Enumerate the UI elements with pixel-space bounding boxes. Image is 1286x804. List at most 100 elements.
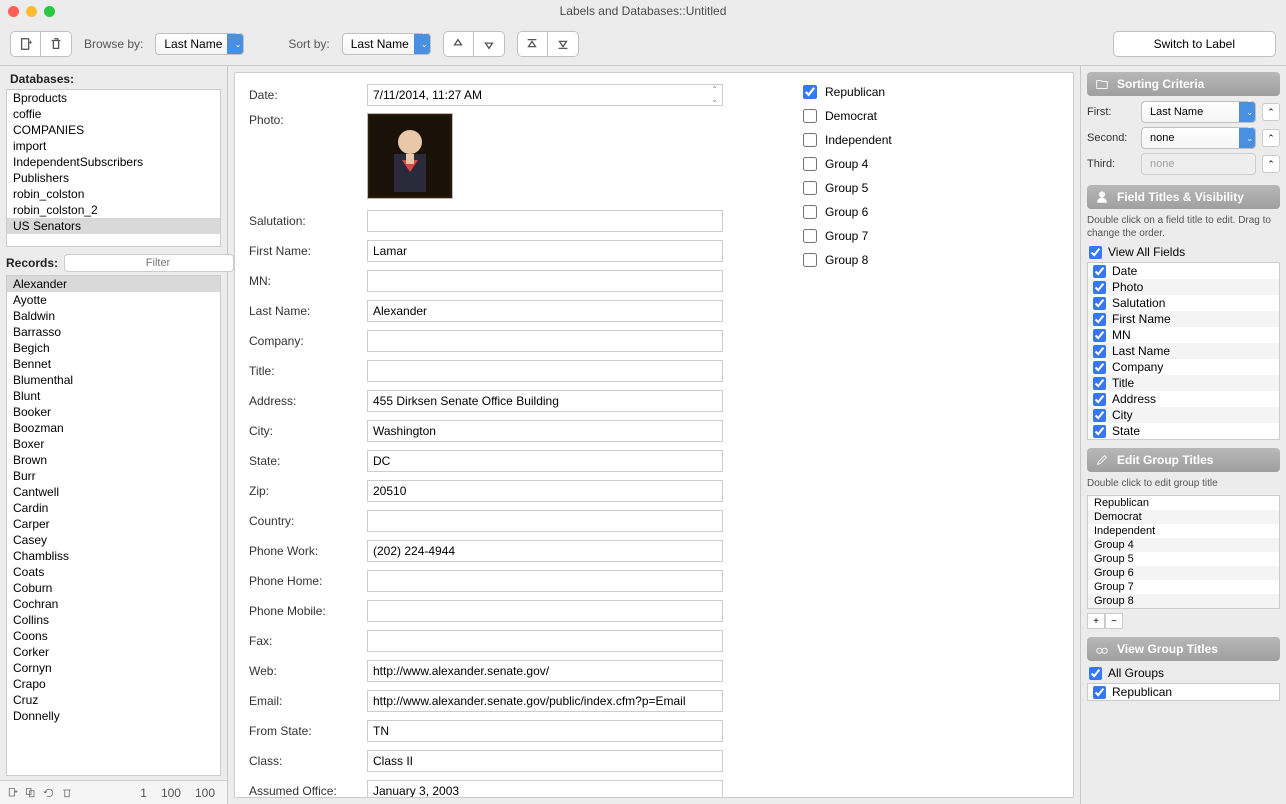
- group-checkbox[interactable]: [803, 181, 817, 195]
- sort-first-select[interactable]: Last Name: [1141, 101, 1256, 123]
- city-field[interactable]: [367, 420, 723, 442]
- record-item[interactable]: Coburn: [7, 580, 220, 596]
- company-field[interactable]: [367, 330, 723, 352]
- group-checkbox[interactable]: [803, 157, 817, 171]
- field-checkbox[interactable]: [1093, 313, 1106, 326]
- record-item[interactable]: Boozman: [7, 420, 220, 436]
- view-group-list[interactable]: Republican: [1087, 683, 1280, 701]
- records-filter-input[interactable]: [64, 254, 234, 272]
- database-item[interactable]: coffie: [7, 106, 220, 122]
- edit-group-item[interactable]: Group 4: [1088, 538, 1279, 552]
- edit-group-item[interactable]: Republican: [1088, 496, 1279, 510]
- duplicate-icon[interactable]: [22, 784, 40, 802]
- sort-second-select[interactable]: none: [1141, 127, 1256, 149]
- move-bottom-button[interactable]: [548, 32, 578, 56]
- salutation-field[interactable]: [367, 210, 723, 232]
- edit-group-item[interactable]: Group 7: [1088, 580, 1279, 594]
- record-item[interactable]: Boxer: [7, 436, 220, 452]
- view-all-fields-checkbox[interactable]: [1089, 246, 1102, 259]
- field-visibility-row[interactable]: Photo: [1088, 279, 1279, 295]
- country-field[interactable]: [367, 510, 723, 532]
- record-item[interactable]: Burr: [7, 468, 220, 484]
- address-field[interactable]: [367, 390, 723, 412]
- web-field[interactable]: [367, 660, 723, 682]
- database-item[interactable]: import: [7, 138, 220, 154]
- view-group-checkbox[interactable]: [1093, 686, 1106, 699]
- record-item[interactable]: Donnelly: [7, 708, 220, 724]
- database-item[interactable]: US Senators: [7, 218, 220, 234]
- remove-group-button[interactable]: −: [1105, 613, 1123, 629]
- assumed-office-field[interactable]: [367, 780, 723, 798]
- field-checkbox[interactable]: [1093, 393, 1106, 406]
- record-item[interactable]: Carper: [7, 516, 220, 532]
- group-checkbox[interactable]: [803, 109, 817, 123]
- record-item[interactable]: Ayotte: [7, 292, 220, 308]
- database-item[interactable]: COMPANIES: [7, 122, 220, 138]
- record-item[interactable]: Cantwell: [7, 484, 220, 500]
- fax-field[interactable]: [367, 630, 723, 652]
- database-item[interactable]: robin_colston_2: [7, 202, 220, 218]
- sort-second-dir[interactable]: ⌃: [1262, 129, 1280, 147]
- edit-group-list[interactable]: RepublicanDemocratIndependentGroup 4 Grou…: [1087, 495, 1280, 609]
- group-checkbox[interactable]: [803, 133, 817, 147]
- refresh-icon[interactable]: [40, 784, 58, 802]
- phone-mobile-field[interactable]: [367, 600, 723, 622]
- all-groups-checkbox[interactable]: [1089, 667, 1102, 680]
- email-field[interactable]: [367, 690, 723, 712]
- field-visibility-row[interactable]: Company: [1088, 359, 1279, 375]
- record-item[interactable]: Chambliss: [7, 548, 220, 564]
- record-item[interactable]: Cornyn: [7, 660, 220, 676]
- phone-home-field[interactable]: [367, 570, 723, 592]
- edit-group-item[interactable]: Group 8: [1088, 594, 1279, 608]
- field-checkbox[interactable]: [1093, 361, 1106, 374]
- mn-field[interactable]: [367, 270, 723, 292]
- field-visibility-row[interactable]: City: [1088, 407, 1279, 423]
- record-item[interactable]: Coons: [7, 628, 220, 644]
- group-checkbox[interactable]: [803, 253, 817, 267]
- zip-field[interactable]: [367, 480, 723, 502]
- sort-up-button[interactable]: [444, 32, 474, 56]
- database-item[interactable]: IndependentSubscribers: [7, 154, 220, 170]
- edit-group-item[interactable]: Democrat: [1088, 510, 1279, 524]
- add-group-button[interactable]: +: [1087, 613, 1105, 629]
- group-checkbox[interactable]: [803, 229, 817, 243]
- photo-thumb[interactable]: [367, 113, 453, 199]
- field-checkbox[interactable]: [1093, 345, 1106, 358]
- field-checkbox[interactable]: [1093, 329, 1106, 342]
- field-visibility-row[interactable]: First Name: [1088, 311, 1279, 327]
- last-name-field[interactable]: [367, 300, 723, 322]
- field-visibility-row[interactable]: Last Name: [1088, 343, 1279, 359]
- field-visibility-row[interactable]: MN: [1088, 327, 1279, 343]
- record-item[interactable]: Corker: [7, 644, 220, 660]
- new-record-button[interactable]: [11, 32, 41, 56]
- edit-group-item[interactable]: Group 6: [1088, 566, 1279, 580]
- from-state-field[interactable]: [367, 720, 723, 742]
- browse-by-select[interactable]: Last Name: [155, 33, 244, 55]
- phone-work-field[interactable]: [367, 540, 723, 562]
- sort-by-select[interactable]: Last Name: [342, 33, 431, 55]
- group-checkbox[interactable]: [803, 205, 817, 219]
- edit-group-item[interactable]: Independent: [1088, 524, 1279, 538]
- sort-third-dir[interactable]: ⌃: [1262, 155, 1280, 173]
- record-item[interactable]: Collins: [7, 612, 220, 628]
- record-item[interactable]: Casey: [7, 532, 220, 548]
- field-checkbox[interactable]: [1093, 409, 1106, 422]
- sort-first-dir[interactable]: ⌃: [1262, 103, 1280, 121]
- field-visibility-row[interactable]: State: [1088, 423, 1279, 439]
- field-checkbox[interactable]: [1093, 425, 1106, 438]
- trash-icon[interactable]: [58, 784, 76, 802]
- field-visibility-row[interactable]: Address: [1088, 391, 1279, 407]
- record-item[interactable]: Blumenthal: [7, 372, 220, 388]
- group-checkbox[interactable]: [803, 85, 817, 99]
- database-item[interactable]: Publishers: [7, 170, 220, 186]
- record-item[interactable]: Cardin: [7, 500, 220, 516]
- record-item[interactable]: Crapo: [7, 676, 220, 692]
- databases-list[interactable]: BproductscoffieCOMPANIESimportIndependen…: [6, 89, 221, 247]
- delete-record-button[interactable]: [41, 32, 71, 56]
- field-visibility-row[interactable]: Date: [1088, 263, 1279, 279]
- field-checkbox[interactable]: [1093, 297, 1106, 310]
- add-icon[interactable]: [4, 784, 22, 802]
- date-field[interactable]: 7/11/2014, 11:27 AM: [367, 84, 723, 106]
- first-name-field[interactable]: [367, 240, 723, 262]
- record-item[interactable]: Cochran: [7, 596, 220, 612]
